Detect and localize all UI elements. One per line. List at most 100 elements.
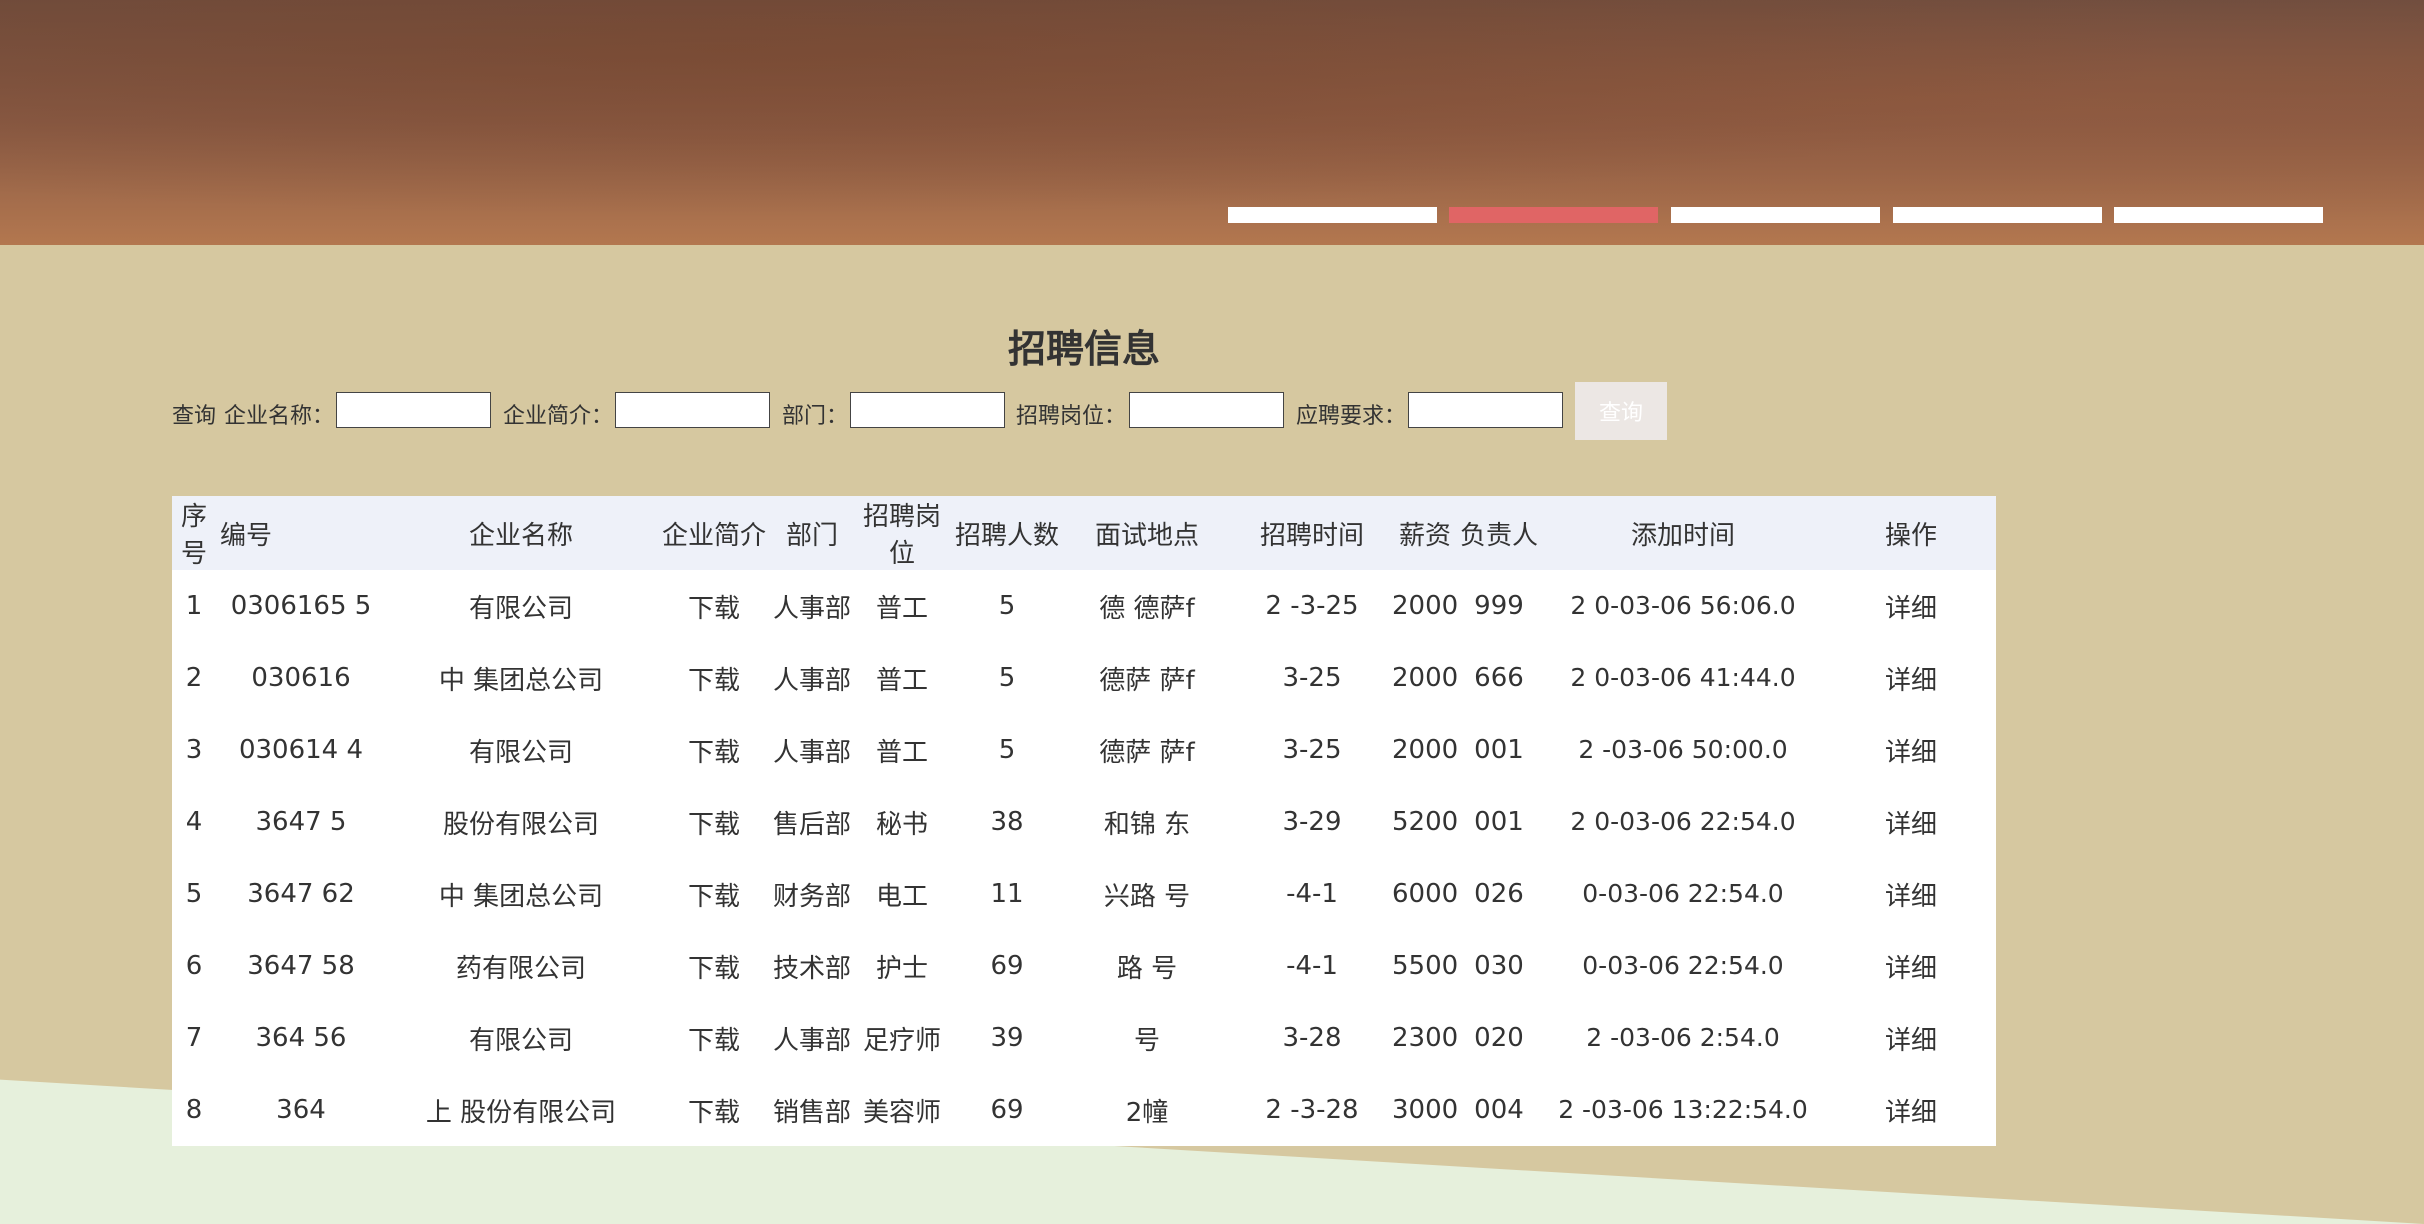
carousel-dot-4[interactable]	[1893, 207, 2102, 223]
cell-action[interactable]: 详细	[1826, 930, 1996, 1002]
cell-salary: 5500	[1392, 951, 1458, 981]
table-row: 2 030616 中 集团总公司 下载 人事部 普工 5 德萨 萨f 3-25 2000 666 2 …	[172, 642, 1996, 714]
carousel-dot-5[interactable]	[2114, 207, 2323, 223]
cell-intro[interactable]: 下载	[656, 786, 772, 858]
cell-count: 39	[990, 1023, 1024, 1053]
col-header-added-time: 添加时间	[1630, 520, 1735, 551]
position-label: 招聘岗位：	[1016, 404, 1127, 429]
col-header-intro: 企业简介	[661, 520, 766, 551]
cell-index: 3	[185, 735, 203, 765]
cell-company: 有限公司	[468, 737, 573, 768]
cell-added-time: 2 -03-06 2:54.0	[1586, 1023, 1780, 1052]
table-row: 8 364 上 股份有限公司 下载 销售部 美容师 69 2幢 2 -3-28 3000 004 2 …	[172, 1074, 1996, 1146]
search-query-label: 查询	[172, 404, 217, 429]
carousel-dot-1[interactable]	[1228, 207, 1437, 223]
cell-salary: 2000	[1392, 735, 1458, 765]
cell-action[interactable]: 详细	[1826, 786, 1996, 858]
cell-department: 售后部	[772, 809, 851, 840]
cell-action[interactable]: 详细	[1826, 1074, 1996, 1146]
cell-position: 电工	[875, 881, 928, 912]
col-header-action: 操作	[1884, 520, 1937, 551]
cell-count: 69	[990, 951, 1024, 981]
cell-added-time: 0-03-06 22:54.0	[1582, 879, 1784, 908]
cell-salary: 3000	[1392, 1095, 1458, 1125]
cell-salary: 2300	[1392, 1023, 1458, 1053]
cell-manager: 999	[1474, 591, 1524, 621]
cell-department: 财务部	[772, 881, 851, 912]
company-intro-input[interactable]	[615, 392, 770, 428]
cell-intro[interactable]: 下载	[656, 642, 772, 714]
cell-index: 2	[185, 663, 203, 693]
cell-position: 普工	[875, 593, 928, 624]
cell-company: 中 集团总公司	[438, 665, 604, 696]
col-header-id: 编号	[220, 520, 273, 551]
cell-company: 有限公司	[468, 593, 573, 624]
cell-location: 德萨 萨f	[1099, 665, 1195, 696]
cell-company: 上 股份有限公司	[425, 1097, 617, 1128]
banner-image	[0, 0, 2424, 245]
cell-id: 0306165 5	[230, 591, 372, 621]
company-name-label: 企业名称：	[224, 404, 335, 429]
cell-id: 3647 62	[247, 879, 355, 909]
cell-salary: 6000	[1392, 879, 1458, 909]
cell-company: 中 集团总公司	[438, 881, 604, 912]
cell-manager: 030	[1474, 951, 1524, 981]
company-name-input[interactable]	[336, 392, 491, 428]
carousel-dot-3[interactable]	[1671, 207, 1880, 223]
cell-location: 号	[1133, 1025, 1160, 1056]
cell-intro[interactable]: 下载	[656, 1002, 772, 1074]
cell-id: 030616	[251, 663, 351, 693]
cell-intro[interactable]: 下载	[656, 714, 772, 786]
cell-action[interactable]: 详细	[1826, 570, 1996, 642]
col-header-department: 部门	[785, 520, 838, 551]
cell-id: 030614 4	[238, 735, 364, 765]
cell-count: 5	[998, 663, 1016, 693]
cell-added-time: 2 -03-06 50:00.0	[1578, 735, 1788, 764]
cell-location: 德萨 萨f	[1099, 737, 1195, 768]
cell-manager: 026	[1474, 879, 1524, 909]
cell-added-time: 2 0-03-06 41:44.0	[1570, 663, 1796, 692]
table-row: 7 364 56 有限公司 下载 人事部 足疗师 39 号 3-28 2300 020 2 -03-0…	[172, 1002, 1996, 1074]
cell-intro[interactable]: 下载	[656, 570, 772, 642]
cell-location: 2幢	[1125, 1097, 1169, 1128]
cell-location: 路 号	[1116, 953, 1178, 984]
cell-count: 11	[990, 879, 1024, 909]
cell-manager: 666	[1474, 663, 1524, 693]
search-button[interactable]: 查询	[1575, 382, 1667, 440]
cell-manager: 020	[1474, 1023, 1524, 1053]
cell-department: 人事部	[772, 737, 851, 768]
col-header-recruit-time: 招聘时间	[1259, 520, 1364, 551]
table-row: 3 030614 4 有限公司 下载 人事部 普工 5 德萨 萨f 3-25 2000 001 2 -…	[172, 714, 1996, 786]
cell-position: 秘书	[875, 809, 928, 840]
position-input[interactable]	[1129, 392, 1284, 428]
cell-action[interactable]: 详细	[1826, 1002, 1996, 1074]
cell-department: 销售部	[772, 1097, 851, 1128]
cell-recruit-time: -4-1	[1286, 879, 1338, 909]
cell-intro[interactable]: 下载	[656, 930, 772, 1002]
cell-action[interactable]: 详细	[1826, 714, 1996, 786]
cell-index: 7	[185, 1023, 203, 1053]
cell-company: 股份有限公司	[442, 809, 599, 840]
cell-action[interactable]: 详细	[1826, 642, 1996, 714]
carousel-dot-2[interactable]	[1449, 207, 1658, 223]
cell-action[interactable]: 详细	[1826, 858, 1996, 930]
cell-manager: 001	[1474, 735, 1524, 765]
col-header-manager: 负责人	[1459, 520, 1538, 551]
cell-id: 3647 5	[255, 807, 347, 837]
cell-position: 护士	[875, 953, 928, 984]
department-input[interactable]	[850, 392, 1005, 428]
cell-count: 38	[990, 807, 1024, 837]
cell-position: 普工	[875, 665, 928, 696]
cell-position: 普工	[875, 737, 928, 768]
cell-intro[interactable]: 下载	[656, 1074, 772, 1146]
cell-recruit-time: -4-1	[1286, 951, 1338, 981]
col-header-index: 序号	[180, 502, 207, 569]
company-intro-label: 企业简介：	[503, 404, 614, 429]
cell-position: 美容师	[862, 1097, 941, 1128]
page-title: 招聘信息	[1007, 327, 1160, 371]
cell-recruit-time: 3-29	[1282, 807, 1342, 837]
requirement-input[interactable]	[1408, 392, 1563, 428]
cell-department: 人事部	[772, 1025, 851, 1056]
cell-department: 人事部	[772, 593, 851, 624]
cell-intro[interactable]: 下载	[656, 858, 772, 930]
